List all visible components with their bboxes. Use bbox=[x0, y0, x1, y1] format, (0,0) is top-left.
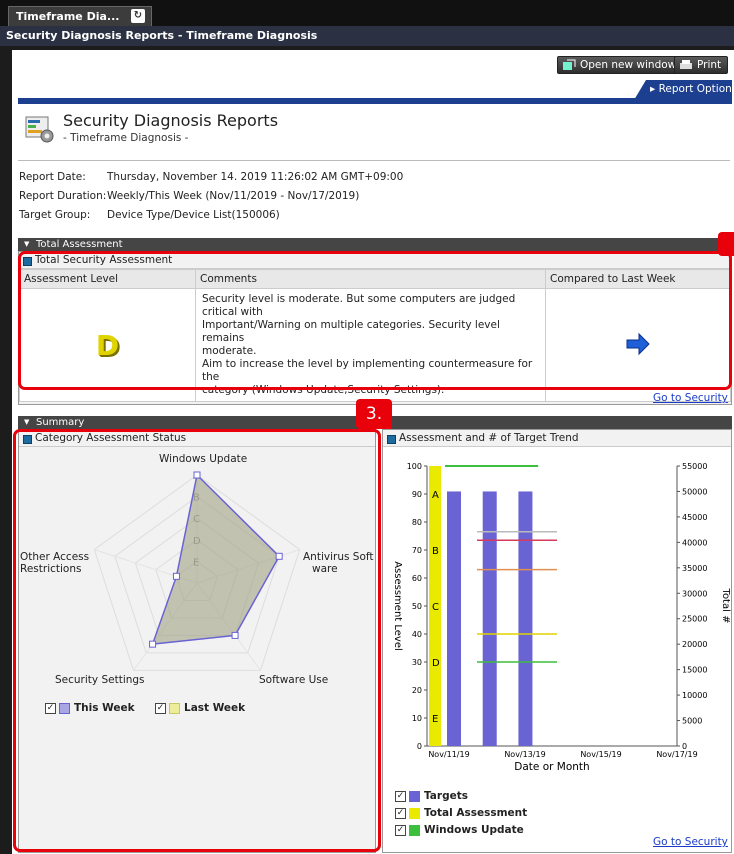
y-tick-label: 20 bbox=[412, 686, 422, 695]
new-window-icon bbox=[563, 59, 576, 70]
legend-swatch bbox=[409, 824, 420, 836]
report-tab[interactable]: Timeframe Dia... ↻ bbox=[8, 6, 152, 26]
report-icon bbox=[25, 116, 54, 143]
y-tick-label: 30 bbox=[412, 658, 422, 667]
legend-label: Targets bbox=[424, 790, 468, 802]
header-divider bbox=[18, 98, 732, 104]
open-new-window-label: Open new window bbox=[580, 59, 677, 71]
y2-tick-label: 55000 bbox=[682, 462, 707, 471]
report-duration-row: Report Duration:Weekly/This Week (Nov/11… bbox=[19, 190, 359, 202]
target-group-row: Target Group: Device Type/Device List(150… bbox=[19, 209, 280, 221]
meta-value: Device Type/Device List(150006) bbox=[107, 209, 280, 221]
y-tick-label: 70 bbox=[412, 546, 422, 555]
y2-tick-label: 5000 bbox=[682, 717, 702, 726]
y-tick-label: 10 bbox=[412, 714, 422, 723]
y2-tick-label: 50000 bbox=[682, 487, 707, 496]
target-bar bbox=[447, 491, 461, 746]
printer-icon bbox=[680, 60, 692, 69]
report-option-label: Report Option bbox=[658, 83, 732, 95]
print-button[interactable]: Print bbox=[674, 56, 729, 74]
open-new-window-button[interactable]: Open new window bbox=[557, 56, 684, 74]
y-axis-label-left: Assessment Level bbox=[392, 561, 403, 651]
total-assessment-header[interactable]: Total Assessment bbox=[18, 238, 732, 251]
highlight-box-total bbox=[18, 251, 732, 390]
report-title: Security Diagnosis Reports bbox=[63, 111, 279, 130]
legend-total-assessment[interactable]: ✓ Total Assessment bbox=[395, 807, 527, 819]
level-letter: E bbox=[432, 714, 438, 725]
highlight-box-summary bbox=[13, 429, 381, 852]
go-to-security-link[interactable]: Go to Security bbox=[653, 836, 728, 848]
legend-targets[interactable]: ✓ Targets bbox=[395, 790, 468, 802]
legend-swatch bbox=[409, 790, 420, 802]
y2-tick-label: 25000 bbox=[682, 615, 707, 624]
level-letter: C bbox=[432, 602, 439, 613]
section-title: Summary bbox=[36, 417, 85, 428]
legend-label: Total Assessment bbox=[424, 807, 528, 819]
y-tick-label: 90 bbox=[412, 490, 422, 499]
legend-label: Windows Update bbox=[424, 824, 524, 836]
y-tick-label: 0 bbox=[417, 742, 422, 751]
trend-heading: Assessment and # of Target Trend bbox=[383, 430, 731, 447]
x-axis-label: Date or Month bbox=[514, 761, 589, 773]
section-title: Total Assessment bbox=[36, 239, 123, 250]
plot-area bbox=[427, 466, 677, 746]
tab-title: Timeframe Dia... bbox=[16, 10, 120, 23]
x-tick-label: Nov/17/19 bbox=[656, 750, 697, 759]
callout-badge: 3. bbox=[356, 399, 392, 429]
x-tick-label: Nov/13/19 bbox=[504, 750, 545, 759]
callout-badge bbox=[718, 232, 734, 256]
title-divider bbox=[18, 160, 730, 161]
meta-key: Target Group: bbox=[19, 209, 91, 221]
go-to-security-link[interactable]: Go to Security bbox=[653, 392, 728, 404]
window-title: Security Diagnosis Reports - Timeframe D… bbox=[0, 26, 734, 46]
y-tick-label: 60 bbox=[412, 574, 422, 583]
tab-bar: Timeframe Dia... ↻ bbox=[0, 0, 734, 26]
y2-tick-label: 15000 bbox=[682, 666, 707, 675]
y2-tick-label: 40000 bbox=[682, 538, 707, 547]
y2-tick-label: 30000 bbox=[682, 589, 707, 598]
meta-value: Weekly/This Week (Nov/11/2019 - Nov/17/2… bbox=[107, 190, 360, 202]
meta-key: Report Date: bbox=[19, 171, 86, 183]
level-letter: A bbox=[432, 490, 439, 501]
panel-title: Assessment and # of Target Trend bbox=[399, 432, 579, 444]
y2-tick-label: 10000 bbox=[682, 691, 707, 700]
trend-panel: Assessment and # of Target Trend 0 10 20 30… bbox=[382, 429, 732, 853]
level-letter: D bbox=[432, 658, 440, 669]
meta-value: Thursday, November 14. 2019 11:26:02 AM … bbox=[107, 171, 404, 183]
y-tick-label: 100 bbox=[407, 462, 422, 471]
legend-swatch bbox=[409, 807, 420, 819]
trend-chart: 0102030405060708090100050001000015000200… bbox=[392, 462, 731, 773]
y2-tick-label: 45000 bbox=[682, 513, 707, 522]
y-tick-label: 40 bbox=[412, 630, 422, 639]
checkbox[interactable]: ✓ bbox=[395, 790, 406, 802]
checkbox[interactable]: ✓ bbox=[395, 824, 406, 836]
y-axis-label-right: Total # bbox=[720, 588, 731, 624]
report-date-row: Report Date: Thursday, November 14. 2019 … bbox=[19, 171, 403, 183]
x-tick-label: Nov/15/19 bbox=[580, 750, 621, 759]
checkbox[interactable]: ✓ bbox=[395, 807, 406, 819]
report-option-tab[interactable]: ▸ Report Option bbox=[634, 80, 732, 100]
target-bar bbox=[518, 491, 533, 746]
level-letter: B bbox=[432, 546, 439, 557]
report-subtitle: - Timeframe Diagnosis - bbox=[63, 132, 189, 144]
print-label: Print bbox=[697, 59, 722, 71]
y2-tick-label: 35000 bbox=[682, 564, 707, 573]
legend-windows-update[interactable]: ✓ Windows Update bbox=[395, 824, 524, 836]
y2-tick-label: 20000 bbox=[682, 640, 707, 649]
y-tick-label: 50 bbox=[412, 602, 422, 611]
x-tick-label: Nov/11/19 bbox=[428, 750, 469, 759]
meta-key: Report Duration: bbox=[19, 190, 107, 202]
y-tick-label: 80 bbox=[412, 518, 422, 527]
refresh-icon[interactable]: ↻ bbox=[131, 9, 145, 23]
target-bar bbox=[482, 491, 497, 746]
